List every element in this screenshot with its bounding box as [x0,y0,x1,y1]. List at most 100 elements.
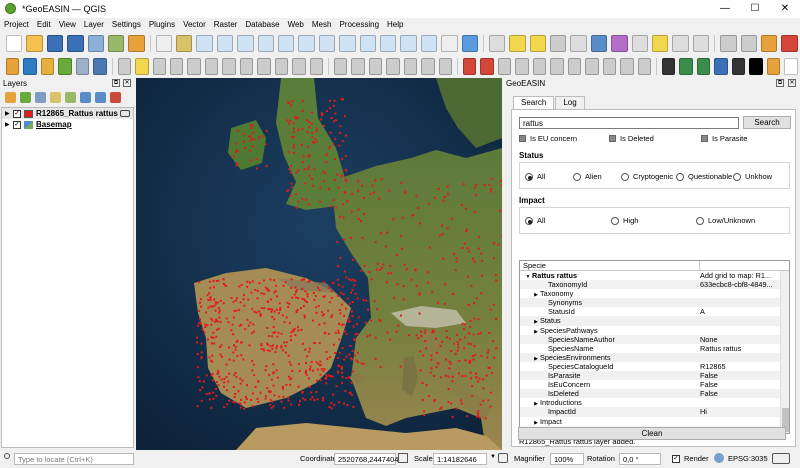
tree-row[interactable]: IsEuConcern False [520,380,789,389]
map-tips-icon[interactable] [652,34,669,52]
crs-globe-icon[interactable] [714,453,724,463]
menu-raster[interactable]: Raster [210,20,242,29]
node-tool-icon[interactable] [204,57,219,75]
radio-icon[interactable] [621,172,629,181]
map-canvas[interactable] [136,78,502,450]
tree-row[interactable]: ▶ Status [520,316,789,326]
checkbox-icon[interactable] [701,135,708,142]
merge-icon[interactable] [620,57,634,75]
collapse-arrow-icon[interactable]: ▼ [524,273,532,280]
redo-icon[interactable] [309,57,324,75]
current-edits-icon[interactable] [117,57,132,75]
close-button[interactable]: ✕ [770,0,800,18]
shape-icon[interactable] [550,57,564,75]
new-shapefile-icon[interactable] [93,57,107,75]
rotation-field[interactable]: 0,0 ° [619,453,661,465]
geo-icon[interactable] [661,57,676,75]
tree-row[interactable]: ▶ Impact [520,417,789,426]
zoom-next-icon[interactable] [339,34,356,52]
select-features-icon[interactable] [509,34,526,52]
status-cryptogenic-radio[interactable]: Cryptogenic [621,172,673,181]
menu-help[interactable]: Help [383,20,407,29]
radio-selected-icon[interactable] [525,172,533,181]
menu-project[interactable]: Project [0,20,33,29]
more-icon[interactable] [784,57,798,75]
render-checkbox[interactable]: ✓ [672,455,680,463]
filter-icon[interactable] [50,92,61,103]
tree-row[interactable]: ▶ Introductions [520,398,789,407]
crs-label[interactable]: EPSG:3035 [728,454,768,463]
expand-arrow-icon[interactable]: ▶ [532,419,540,426]
paste-icon[interactable] [274,57,289,75]
filter-legend-icon[interactable] [65,92,76,103]
label-pin-icon[interactable] [351,57,365,75]
delete-selected-icon[interactable] [222,57,236,75]
plugin-manager-icon[interactable] [731,57,746,75]
radio-icon[interactable] [696,216,704,225]
expand-arrow-icon[interactable]: ▶ [532,400,540,407]
zoom-last-icon[interactable] [318,34,336,52]
expand-arrow-icon[interactable]: ▶ [5,121,13,128]
maximize-button[interactable]: ☐ [740,0,770,18]
plugin-2-icon[interactable] [781,34,798,52]
tree-row[interactable]: ▼ Rattus rattus Add grid to map: R1... [520,271,789,280]
statistics-icon[interactable] [611,34,628,52]
identify-icon[interactable] [488,34,506,52]
tree-row[interactable]: IsDeleted False [520,389,789,399]
radio-icon[interactable] [611,216,619,225]
status-questionable-radio[interactable]: Questionable [676,172,732,181]
cut-icon[interactable] [239,57,254,75]
close-panel-icon[interactable]: ✕ [788,79,796,87]
new-layer-icon[interactable] [58,57,72,75]
tree-row[interactable]: IsParasite False [520,371,789,381]
add-csv-icon[interactable] [75,57,90,75]
undo-icon[interactable] [292,57,306,75]
menu-edit[interactable]: Edit [33,20,55,29]
radio-icon[interactable] [733,172,741,181]
tree-row[interactable]: TaxonomyId 633ecbc8-cbf8-4849... [520,280,789,290]
style-manager-icon[interactable] [5,92,16,103]
layer-visibility-checkbox[interactable]: ✓ [13,120,21,129]
new-3d-view-icon[interactable] [379,34,397,52]
temporal-icon[interactable] [441,34,458,52]
add-grid-link[interactable]: Add grid to map: R1... [700,271,778,280]
layer-item-rattus[interactable]: ▶ ✓ R12865_Rattus rattus [2,108,133,119]
reshape-icon[interactable] [585,57,599,75]
plugin-icon[interactable] [760,34,778,52]
move-feature-icon[interactable] [187,57,201,75]
print-layout-icon[interactable] [87,34,104,52]
tree-scrollbar[interactable] [780,271,789,433]
new-map-view-icon[interactable] [359,34,376,52]
zoom-out-icon[interactable] [216,34,234,52]
expand-arrow-icon[interactable]: ▶ [532,318,540,325]
expand-all-icon[interactable] [80,92,91,103]
expand-arrow-icon[interactable]: ▶ [5,110,13,117]
coordinate-field[interactable]: 2520768,2447404 [334,453,398,465]
add-group-icon[interactable] [20,92,31,103]
remove-layer-icon[interactable] [110,92,121,103]
zoom-selection-icon[interactable] [257,34,275,52]
scale-field[interactable]: 1:14182646 [433,453,487,465]
impact-low-unknown-radio[interactable]: Low/Unknown [696,216,755,225]
save-as-icon[interactable] [67,34,84,52]
close-panel-icon[interactable]: ✕ [123,79,131,87]
tree-row[interactable]: ImpactId Hi [520,407,789,417]
annotation-icon[interactable] [672,34,689,52]
expand-arrow-icon[interactable]: ▶ [532,355,540,362]
menu-mesh[interactable]: Mesh [308,20,336,29]
layout-manager-icon[interactable] [107,34,125,52]
settings-icon[interactable] [590,34,608,52]
impact-high-radio[interactable]: High [611,216,638,225]
messages-icon[interactable] [772,453,790,464]
layer-item-basemap[interactable]: ▶ ✓ Basemap [2,119,133,130]
label-toolbar-icon[interactable] [463,57,477,75]
impact-all-radio[interactable]: All [525,216,545,225]
globe-refresh-icon[interactable] [696,57,711,75]
tree-row[interactable]: SpeciesCatalogueId R12865 [520,362,789,371]
status-alien-radio[interactable]: Alien [573,172,602,181]
digitizing-icon[interactable] [497,57,512,75]
attribute-table-icon[interactable] [550,34,567,52]
field-calc-icon[interactable] [570,34,587,52]
label-rotate-icon[interactable] [403,57,418,75]
globe-plus-icon[interactable] [679,57,693,75]
